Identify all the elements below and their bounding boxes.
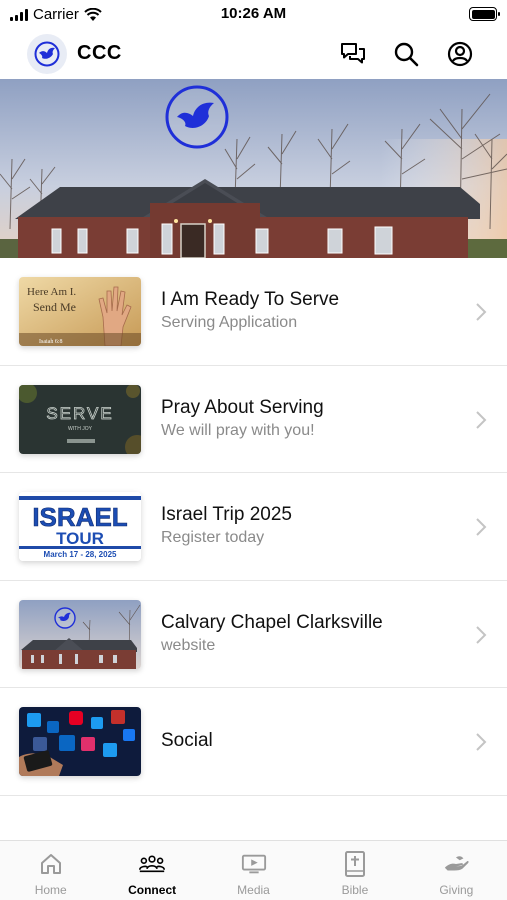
calvary-chapel-thumbnail <box>19 599 141 669</box>
row-text: Pray About Serving We will pray with you… <box>161 396 324 442</box>
row-title: Calvary Chapel Clarksville <box>161 611 383 633</box>
people-icon <box>139 851 166 877</box>
tab-connect[interactable]: Connect <box>101 841 202 900</box>
home-icon <box>38 851 64 877</box>
thumb-text-here-am-i: Here Am I. <box>27 286 76 298</box>
pray-about-serving-thumbnail: SERVE WITH JOY <box>19 384 141 454</box>
chevron-right-icon <box>476 625 487 644</box>
list-item-ready-to-serve[interactable]: Here Am I. Send Me Isaiah 6:8 I Am Ready… <box>0 258 507 366</box>
church-logo-icon <box>165 85 229 149</box>
row-subtitle: Register today <box>161 529 265 546</box>
chevron-right-icon <box>476 410 487 429</box>
row-text: Israel Trip 2025 Register today <box>161 503 292 549</box>
thumb-text-israel: ISRAEL <box>32 502 127 532</box>
tab-giving[interactable]: Giving <box>406 841 507 900</box>
row-text: Calvary Chapel Clarksville website <box>161 611 383 657</box>
thumb-text-tour: TOUR <box>56 529 104 548</box>
video-icon <box>241 851 267 877</box>
status-time: 10:26 AM <box>220 5 287 22</box>
dove-logo-icon <box>34 41 60 67</box>
chevron-right-icon <box>476 303 487 321</box>
giving-icon <box>443 851 469 877</box>
list-item-israel-trip[interactable]: ISRAEL TOUR March 17 - 28, 2025 Israel T… <box>0 473 507 581</box>
tab-label: Bible <box>341 883 369 897</box>
thumb-text-with-joy: WITH JOY <box>68 426 93 432</box>
thumb-text-dates: March 17 - 28, 2025 <box>44 550 117 559</box>
thumb-text-serve: SERVE <box>46 404 113 423</box>
battery-icon <box>469 7 500 21</box>
list-item-social[interactable]: Social <box>0 688 507 796</box>
social-thumbnail <box>19 707 141 776</box>
tab-label: Media <box>237 883 270 897</box>
chat-icon[interactable] <box>338 39 368 69</box>
connect-list: Here Am I. Send Me Isaiah 6:8 I Am Ready… <box>0 258 507 796</box>
tab-media[interactable]: Media <box>203 841 304 900</box>
tab-bar: Home Connect Media Bible Giving <box>0 840 507 900</box>
row-subtitle: website <box>161 636 216 654</box>
ready-to-serve-thumbnail: Here Am I. Send Me Isaiah 6:8 <box>19 277 141 346</box>
row-title: Pray About Serving <box>161 396 324 418</box>
hero-image <box>0 79 507 258</box>
chevron-right-icon <box>476 733 487 751</box>
bible-icon <box>342 851 368 877</box>
tab-label: Giving <box>439 883 474 897</box>
tab-home[interactable]: Home <box>0 841 101 900</box>
row-text: Social <box>161 729 213 753</box>
row-subtitle: We will pray with you! <box>161 421 315 439</box>
search-icon[interactable] <box>391 39 421 69</box>
tab-bible[interactable]: Bible <box>304 841 405 900</box>
profile-icon[interactable] <box>445 39 475 69</box>
app-logo[interactable] <box>27 34 67 74</box>
row-title: Social <box>161 730 213 751</box>
row-subtitle: Serving Application <box>161 314 298 331</box>
list-item-pray-about-serving[interactable]: SERVE WITH JOY Pray About Serving We wil… <box>0 366 507 473</box>
israel-trip-thumbnail: ISRAEL TOUR March 17 - 28, 2025 <box>19 492 141 561</box>
row-text: I Am Ready To Serve Serving Application <box>161 288 339 334</box>
app-title: CCC <box>77 42 122 64</box>
chevron-right-icon <box>476 518 487 536</box>
tab-label: Home <box>34 883 67 897</box>
thumb-text-isaiah: Isaiah 6:8 <box>39 339 63 345</box>
nav-bar: CCC <box>0 30 507 78</box>
list-item-calvary-chapel-clarksville[interactable]: Calvary Chapel Clarksville website <box>0 581 507 688</box>
status-bar: Carrier 10:26 AM <box>0 0 507 30</box>
tab-label: Connect <box>128 883 177 897</box>
row-title: Israel Trip 2025 <box>161 504 292 525</box>
thumb-text-send-me: Send Me <box>33 300 76 314</box>
row-title: I Am Ready To Serve <box>161 289 340 310</box>
